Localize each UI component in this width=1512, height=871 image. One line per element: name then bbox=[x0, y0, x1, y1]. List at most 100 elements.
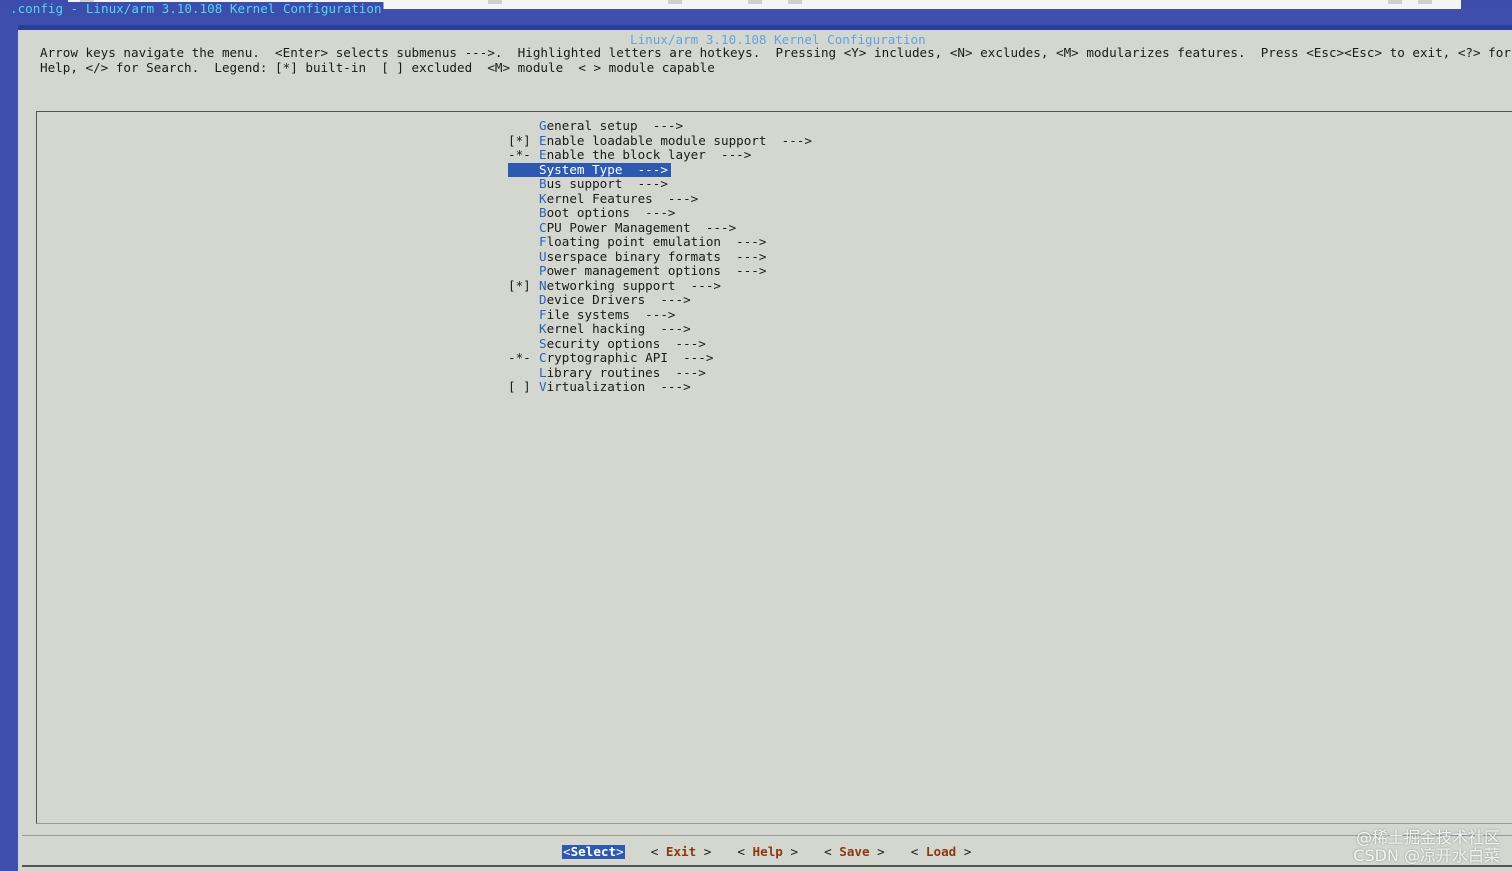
help-text: Arrow keys navigate the menu. <Enter> se… bbox=[40, 45, 1511, 75]
menu-item[interactable]: -*- Enable the block layer ---> bbox=[508, 147, 814, 163]
button-bracket: > bbox=[782, 844, 799, 859]
menu-item-hotkey: E bbox=[539, 147, 547, 162]
menu-item-label: nable the block layer ---> bbox=[546, 147, 752, 162]
menu-item-label: ernel hacking ---> bbox=[546, 321, 691, 336]
menu-item[interactable]: [*] Enable loadable module support ---> bbox=[508, 132, 814, 149]
menu-item-mark bbox=[508, 293, 539, 308]
window-title: .config - Linux/arm 3.10.108 Kernel Conf… bbox=[10, 1, 384, 16]
menu-item-mark: [*] bbox=[508, 277, 531, 293]
menu-item[interactable]: General setup ---> bbox=[508, 118, 814, 134]
help-line: Help, </> for Search. Legend: [*] built-… bbox=[40, 59, 715, 75]
menu-item-mark bbox=[508, 221, 539, 236]
button-label: Help bbox=[752, 844, 783, 859]
button-load[interactable]: < Load > bbox=[911, 845, 972, 859]
menu-item-hotkey: C bbox=[539, 350, 547, 365]
menu-item[interactable]: CPU Power Management ---> bbox=[508, 219, 814, 236]
button-bracket: < bbox=[824, 844, 840, 859]
menu-item-label: etworking support ---> bbox=[546, 277, 721, 293]
menu-item-label: evice Drivers ---> bbox=[546, 292, 691, 307]
menu-item[interactable]: Floating point emulation ---> bbox=[508, 234, 814, 250]
menu-item-label: ryptographic API ---> bbox=[546, 350, 714, 365]
button-label: Select bbox=[570, 844, 617, 859]
menu-item-hotkey: S bbox=[539, 161, 547, 177]
menu-item-label: irtualization ---> bbox=[546, 379, 691, 394]
menu-item-hotkey: U bbox=[539, 248, 547, 264]
menu-item[interactable]: Power management options ---> bbox=[508, 263, 814, 279]
menu-item-label: ower management options ---> bbox=[546, 263, 767, 278]
menu-item[interactable]: File systems ---> bbox=[508, 306, 814, 323]
dialog-bottom-border bbox=[22, 865, 1512, 867]
button-select[interactable]: <Select> bbox=[562, 845, 625, 859]
menu-item[interactable]: Device Drivers ---> bbox=[508, 292, 814, 308]
menu-item-label: ernel Features ---> bbox=[546, 190, 699, 206]
watermark-line: @稀土掘金技术社区 bbox=[1355, 828, 1500, 847]
menu-item[interactable]: -*- Cryptographic API ---> bbox=[508, 350, 814, 366]
menu-item-mark bbox=[508, 337, 539, 352]
menu-item[interactable]: Kernel Features ---> bbox=[508, 190, 814, 207]
menu-item-label: oot options ---> bbox=[546, 205, 676, 220]
menu-item-hotkey: F bbox=[539, 234, 547, 249]
menu-item-label: ystem Type ---> bbox=[546, 161, 668, 177]
button-separator bbox=[22, 835, 1512, 836]
button-label: Load bbox=[925, 844, 957, 859]
menu-item-label: serspace binary formats ---> bbox=[546, 248, 767, 264]
menu-item-label: nable loadable module support ---> bbox=[546, 132, 812, 148]
button-bracket: > bbox=[696, 844, 712, 859]
menu-item-mark: -*- bbox=[508, 147, 531, 162]
menu-item-mark bbox=[508, 177, 539, 192]
button-help[interactable]: < Help > bbox=[737, 845, 798, 859]
menu-item[interactable]: Boot options ---> bbox=[508, 205, 814, 221]
menu-item-hotkey: V bbox=[539, 379, 547, 394]
menu-item-mark bbox=[508, 322, 539, 337]
menu-item[interactable]: Bus support ---> bbox=[508, 176, 814, 192]
menu-item-hotkey: E bbox=[539, 132, 547, 148]
button-bracket: < bbox=[650, 844, 666, 859]
menu-item-hotkey: K bbox=[539, 321, 547, 336]
watermark-line: CSDN @凉开水白菜 bbox=[1353, 846, 1500, 865]
button-label: Exit bbox=[665, 844, 697, 859]
watermark: @稀土掘金技术社区 CSDN @凉开水白菜 bbox=[1353, 829, 1500, 865]
menu-item-mark bbox=[508, 250, 539, 265]
menu-item-label: loating point emulation ---> bbox=[546, 234, 767, 249]
menu-item[interactable]: [*] Networking support ---> bbox=[508, 277, 814, 294]
menu-item[interactable]: [ ] Virtualization ---> bbox=[508, 379, 814, 395]
menu-item-hotkey: L bbox=[539, 364, 547, 380]
menu-item-hotkey: P bbox=[539, 263, 547, 278]
menu-item-mark: -*- bbox=[508, 350, 531, 365]
menu-item-hotkey: G bbox=[539, 118, 547, 133]
menu-item-label: ibrary routines ---> bbox=[546, 364, 706, 380]
menu-list: General setup ---> [*] Enable loadable mod… bbox=[508, 118, 814, 395]
menu-item-label: eneral setup ---> bbox=[546, 118, 684, 133]
menu-item-mark bbox=[508, 308, 539, 323]
button-save[interactable]: < Save > bbox=[824, 845, 885, 859]
button-bar: <Select> < Exit > < Help > < Save > < Load > bbox=[562, 844, 997, 859]
menu-item[interactable]: Library routines ---> bbox=[508, 364, 814, 381]
menu-item-mark bbox=[508, 366, 539, 381]
menu-item[interactable]: Security options ---> bbox=[508, 335, 814, 352]
menu-item-hotkey: B bbox=[539, 205, 547, 220]
button-bracket: < bbox=[737, 844, 753, 859]
menu-item[interactable]: System Type ---> bbox=[508, 161, 671, 178]
menu-item-hotkey: K bbox=[539, 190, 547, 206]
menu-item-mark bbox=[508, 192, 539, 207]
menu-item-mark: [*] bbox=[508, 132, 531, 148]
help-line: Arrow keys navigate the menu. <Enter> se… bbox=[40, 45, 1511, 60]
button-exit[interactable]: < Exit > bbox=[651, 845, 712, 859]
menu-item-label: us support ---> bbox=[546, 176, 668, 191]
menu-item-mark bbox=[508, 163, 539, 178]
menu-item-label: ecurity options ---> bbox=[546, 335, 706, 351]
button-bracket: > bbox=[956, 844, 972, 859]
menu-item-mark bbox=[508, 235, 539, 250]
menu-item-mark bbox=[508, 119, 539, 134]
button-bracket: < bbox=[910, 844, 926, 859]
menu-item-hotkey: B bbox=[539, 176, 547, 191]
menu-item-hotkey: S bbox=[539, 335, 547, 351]
button-bracket: > bbox=[869, 844, 885, 859]
menu-item-mark: [ ] bbox=[508, 379, 531, 394]
button-label: Save bbox=[839, 844, 870, 859]
menu-item[interactable]: Userspace binary formats ---> bbox=[508, 248, 814, 265]
menu-item-hotkey: C bbox=[539, 219, 547, 235]
menu-item[interactable]: Kernel hacking ---> bbox=[508, 321, 814, 337]
button-bracket: > bbox=[616, 844, 624, 859]
menu-item-label: ile systems ---> bbox=[546, 306, 676, 322]
